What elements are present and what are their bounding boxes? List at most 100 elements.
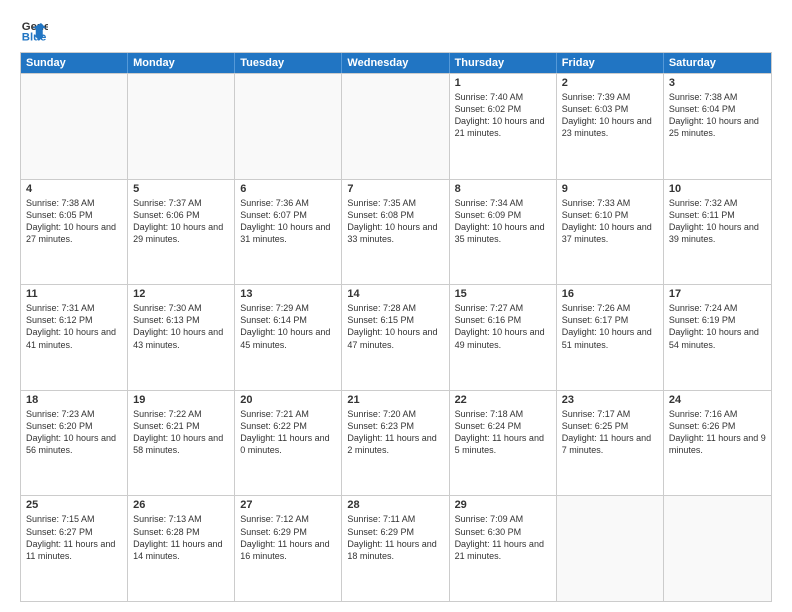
day-header-wednesday: Wednesday: [342, 53, 449, 73]
day-number: 1: [455, 77, 551, 89]
calendar-cell: 25 Sunrise: 7:15 AM Sunset: 6:27 PM Dayli…: [21, 496, 128, 601]
calendar: SundayMondayTuesdayWednesdayThursdayFrid…: [20, 52, 772, 602]
cell-info: Sunrise: 7:31 AM Sunset: 6:12 PM Dayligh…: [26, 302, 122, 351]
calendar-header: SundayMondayTuesdayWednesdayThursdayFrid…: [21, 53, 771, 73]
calendar-cell: 23 Sunrise: 7:17 AM Sunset: 6:25 PM Dayli…: [557, 391, 664, 496]
logo: General Blue: [20, 16, 52, 44]
day-header-saturday: Saturday: [664, 53, 771, 73]
day-header-sunday: Sunday: [21, 53, 128, 73]
cell-info: Sunrise: 7:23 AM Sunset: 6:20 PM Dayligh…: [26, 408, 122, 457]
day-number: 11: [26, 288, 122, 300]
calendar-cell: 18Sunrise: 7:23 AM Sunset: 6:20 PM Dayli…: [21, 391, 128, 496]
cell-info: Sunrise: 7:30 AM Sunset: 6:13 PM Dayligh…: [133, 302, 229, 351]
calendar-row-1: 1 Sunrise: 7:40 AM Sunset: 6:02 PM Daylig…: [21, 73, 771, 179]
day-number: 22: [455, 394, 551, 406]
cell-info: Sunrise: 7:17 AM Sunset: 6:25 PM Dayligh…: [562, 408, 658, 457]
calendar-cell: 12 Sunrise: 7:30 AM Sunset: 6:13 PM Dayli…: [128, 285, 235, 390]
day-number: 25: [26, 499, 122, 511]
calendar-cell: 26Sunrise: 7:13 AM Sunset: 6:28 PM Dayli…: [128, 496, 235, 601]
cell-info: Sunrise: 7:24 AM Sunset: 6:19 PM Dayligh…: [669, 302, 766, 351]
cell-info: Sunrise: 7:15 AM Sunset: 6:27 PM Dayligh…: [26, 513, 122, 562]
cell-info: Sunrise: 7:09 AM Sunset: 6:30 PM Dayligh…: [455, 513, 551, 562]
cell-info: Sunrise: 7:39 AM Sunset: 6:03 PM Dayligh…: [562, 91, 658, 140]
day-number: 3: [669, 77, 766, 89]
day-number: 20: [240, 394, 336, 406]
day-number: 16: [562, 288, 658, 300]
calendar-cell: 2 Sunrise: 7:39 AM Sunset: 6:03 PM Daylig…: [557, 74, 664, 179]
calendar-cell: [664, 496, 771, 601]
calendar-cell: [342, 74, 449, 179]
calendar-cell: 22Sunrise: 7:18 AM Sunset: 6:24 PM Dayli…: [450, 391, 557, 496]
calendar-cell: 20 Sunrise: 7:21 AM Sunset: 6:22 PM Dayli…: [235, 391, 342, 496]
logo-icon: General Blue: [20, 16, 48, 44]
cell-info: Sunrise: 7:29 AM Sunset: 6:14 PM Dayligh…: [240, 302, 336, 351]
day-number: 19: [133, 394, 229, 406]
calendar-cell: 16 Sunrise: 7:26 AM Sunset: 6:17 PM Dayli…: [557, 285, 664, 390]
calendar-cell: 3 Sunrise: 7:38 AM Sunset: 6:04 PM Daylig…: [664, 74, 771, 179]
day-number: 13: [240, 288, 336, 300]
day-number: 12: [133, 288, 229, 300]
cell-info: Sunrise: 7:22 AM Sunset: 6:21 PM Dayligh…: [133, 408, 229, 457]
calendar-row-3: 11 Sunrise: 7:31 AM Sunset: 6:12 PM Dayli…: [21, 284, 771, 390]
cell-info: Sunrise: 7:40 AM Sunset: 6:02 PM Dayligh…: [455, 91, 551, 140]
cell-info: Sunrise: 7:13 AM Sunset: 6:28 PM Dayligh…: [133, 513, 229, 562]
header: General Blue: [20, 16, 772, 44]
day-number: 5: [133, 183, 229, 195]
day-number: 10: [669, 183, 766, 195]
calendar-row-5: 25 Sunrise: 7:15 AM Sunset: 6:27 PM Dayli…: [21, 495, 771, 601]
cell-info: Sunrise: 7:20 AM Sunset: 6:23 PM Dayligh…: [347, 408, 443, 457]
day-number: 21: [347, 394, 443, 406]
calendar-cell: 21 Sunrise: 7:20 AM Sunset: 6:23 PM Dayli…: [342, 391, 449, 496]
calendar-cell: 8 Sunrise: 7:34 AM Sunset: 6:09 PM Daylig…: [450, 180, 557, 285]
calendar-cell: 27 Sunrise: 7:12 AM Sunset: 6:29 PM Dayli…: [235, 496, 342, 601]
calendar-cell: [21, 74, 128, 179]
cell-info: Sunrise: 7:32 AM Sunset: 6:11 PM Dayligh…: [669, 197, 766, 246]
calendar-cell: 13 Sunrise: 7:29 AM Sunset: 6:14 PM Dayli…: [235, 285, 342, 390]
cell-info: Sunrise: 7:27 AM Sunset: 6:16 PM Dayligh…: [455, 302, 551, 351]
cell-info: Sunrise: 7:34 AM Sunset: 6:09 PM Dayligh…: [455, 197, 551, 246]
day-header-thursday: Thursday: [450, 53, 557, 73]
calendar-cell: 17Sunrise: 7:24 AM Sunset: 6:19 PM Dayli…: [664, 285, 771, 390]
day-number: 2: [562, 77, 658, 89]
calendar-cell: 15 Sunrise: 7:27 AM Sunset: 6:16 PM Dayli…: [450, 285, 557, 390]
cell-info: Sunrise: 7:37 AM Sunset: 6:06 PM Dayligh…: [133, 197, 229, 246]
cell-info: Sunrise: 7:38 AM Sunset: 6:04 PM Dayligh…: [669, 91, 766, 140]
day-number: 4: [26, 183, 122, 195]
day-number: 28: [347, 499, 443, 511]
cell-info: Sunrise: 7:21 AM Sunset: 6:22 PM Dayligh…: [240, 408, 336, 457]
calendar-cell: 11 Sunrise: 7:31 AM Sunset: 6:12 PM Dayli…: [21, 285, 128, 390]
cell-info: Sunrise: 7:16 AM Sunset: 6:26 PM Dayligh…: [669, 408, 766, 457]
cell-info: Sunrise: 7:11 AM Sunset: 6:29 PM Dayligh…: [347, 513, 443, 562]
day-number: 24: [669, 394, 766, 406]
calendar-cell: 29 Sunrise: 7:09 AM Sunset: 6:30 PM Dayli…: [450, 496, 557, 601]
day-header-friday: Friday: [557, 53, 664, 73]
calendar-cell: 6Sunrise: 7:36 AM Sunset: 6:07 PM Daylig…: [235, 180, 342, 285]
calendar-cell: 4 Sunrise: 7:38 AM Sunset: 6:05 PM Daylig…: [21, 180, 128, 285]
calendar-cell: 1 Sunrise: 7:40 AM Sunset: 6:02 PM Daylig…: [450, 74, 557, 179]
day-header-tuesday: Tuesday: [235, 53, 342, 73]
calendar-cell: 14 Sunrise: 7:28 AM Sunset: 6:15 PM Dayli…: [342, 285, 449, 390]
cell-info: Sunrise: 7:36 AM Sunset: 6:07 PM Dayligh…: [240, 197, 336, 246]
day-number: 27: [240, 499, 336, 511]
cell-info: Sunrise: 7:12 AM Sunset: 6:29 PM Dayligh…: [240, 513, 336, 562]
day-number: 15: [455, 288, 551, 300]
day-number: 8: [455, 183, 551, 195]
calendar-cell: 9Sunrise: 7:33 AM Sunset: 6:10 PM Daylig…: [557, 180, 664, 285]
day-number: 29: [455, 499, 551, 511]
calendar-cell: 28 Sunrise: 7:11 AM Sunset: 6:29 PM Dayli…: [342, 496, 449, 601]
calendar-cell: 7Sunrise: 7:35 AM Sunset: 6:08 PM Daylig…: [342, 180, 449, 285]
calendar-row-4: 18Sunrise: 7:23 AM Sunset: 6:20 PM Dayli…: [21, 390, 771, 496]
cell-info: Sunrise: 7:33 AM Sunset: 6:10 PM Dayligh…: [562, 197, 658, 246]
day-header-monday: Monday: [128, 53, 235, 73]
cell-info: Sunrise: 7:38 AM Sunset: 6:05 PM Dayligh…: [26, 197, 122, 246]
calendar-row-2: 4 Sunrise: 7:38 AM Sunset: 6:05 PM Daylig…: [21, 179, 771, 285]
calendar-cell: [235, 74, 342, 179]
day-number: 7: [347, 183, 443, 195]
day-number: 23: [562, 394, 658, 406]
calendar-cell: 5 Sunrise: 7:37 AM Sunset: 6:06 PM Daylig…: [128, 180, 235, 285]
cell-info: Sunrise: 7:28 AM Sunset: 6:15 PM Dayligh…: [347, 302, 443, 351]
calendar-cell: [557, 496, 664, 601]
day-number: 14: [347, 288, 443, 300]
cell-info: Sunrise: 7:26 AM Sunset: 6:17 PM Dayligh…: [562, 302, 658, 351]
calendar-cell: 19 Sunrise: 7:22 AM Sunset: 6:21 PM Dayli…: [128, 391, 235, 496]
